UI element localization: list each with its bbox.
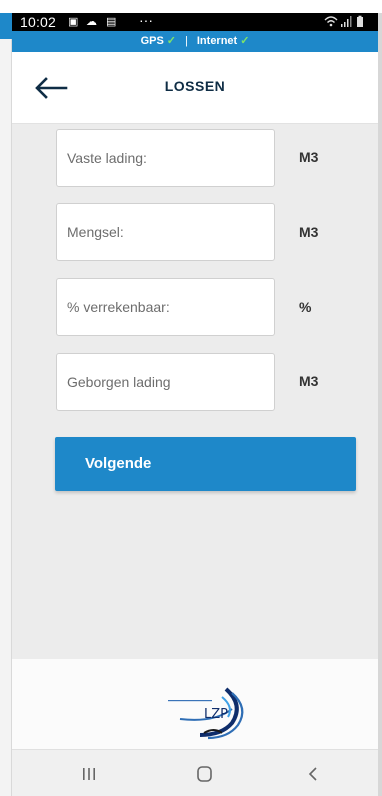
left-edge-bar [0, 13, 12, 39]
lzp-logo: LZP [152, 683, 252, 743]
home-icon [197, 766, 212, 782]
geborgen-lading-unit: M3 [299, 373, 319, 389]
gallery-icon: ▣ [68, 16, 79, 28]
chevron-left-icon [308, 767, 317, 781]
verrekenbaar-input[interactable] [57, 279, 274, 335]
internet-label: Internet [196, 35, 238, 47]
connection-status-bar: GPS ✓ | Internet ✓ [12, 31, 378, 52]
mengsel-unit: M3 [299, 224, 319, 240]
verrekenbaar-unit: % [299, 299, 312, 315]
status-separator: | [185, 35, 188, 47]
status-time: 10:02 [20, 14, 57, 30]
mengsel-input[interactable] [57, 204, 274, 260]
verrekenbaar-field [56, 278, 275, 336]
home-button[interactable] [194, 763, 216, 785]
vaste-lading-field [56, 129, 275, 187]
page-title: LOSSEN [164, 78, 226, 94]
status-bar: 10:02 ▣ ☁ ▤ ··· [12, 13, 378, 31]
gps-check-icon: ✓ [166, 35, 177, 47]
document-crop [0, 0, 382, 13]
phone-screen: 10:02 ▣ ☁ ▤ ··· GPS ✓ | Internet ✓ LOSSE… [12, 13, 378, 796]
app-bar: LOSSEN [12, 52, 378, 124]
geborgen-lading-field [56, 353, 275, 411]
system-back-button[interactable] [302, 763, 324, 785]
left-edge-panel [0, 39, 12, 796]
wifi-signal-battery-icon [324, 15, 363, 27]
notification-icon: ▤ [106, 16, 117, 28]
vaste-lading-unit: M3 [299, 149, 319, 165]
mengsel-field [56, 203, 275, 261]
volgende-button[interactable]: Volgende [55, 437, 356, 491]
internet-check-icon: ✓ [240, 35, 250, 47]
android-nav-bar [12, 749, 378, 796]
vaste-lading-input[interactable] [57, 130, 274, 186]
logo-text: LZP [204, 707, 228, 722]
lzp-logo-graphic: LZP [168, 687, 244, 740]
recents-icon [83, 768, 95, 780]
lossen-form: M3 M3 % M3 Volgende [12, 124, 378, 659]
footer: LZP [12, 659, 378, 749]
right-edge-panel [378, 13, 382, 796]
more-notifications: ··· [139, 13, 153, 28]
gps-label: GPS [140, 35, 164, 47]
signal-battery-icon [324, 15, 368, 31]
cloud-icon: ☁ [86, 16, 97, 28]
recents-button[interactable] [78, 763, 100, 785]
geborgen-lading-input[interactable] [57, 354, 274, 410]
